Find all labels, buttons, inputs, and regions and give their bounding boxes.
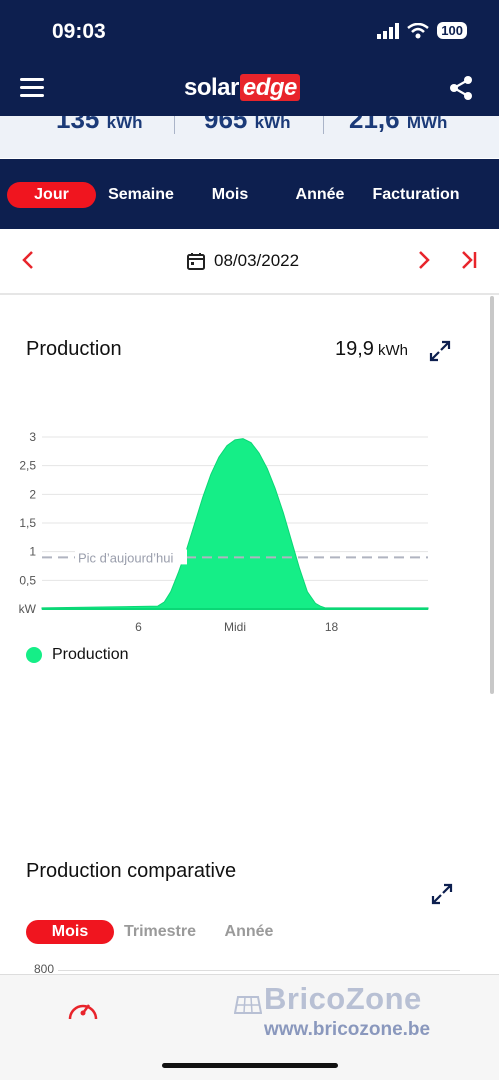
previous-day-icon[interactable] [20, 249, 36, 271]
summary-today: 135 kWh [56, 116, 143, 135]
status-time: 09:03 [52, 20, 106, 43]
summary-year: 21,6 MWh [349, 116, 447, 135]
production-total-unit: kWh [377, 342, 408, 359]
summary-unit: kWh [106, 116, 143, 132]
summary-unit: kWh [254, 116, 291, 132]
legend-production-label: Production [52, 646, 129, 663]
production-chart: kW 0,5 1 1,5 2 2,5 3 Pic d’aujourd’hui 6 Midi 18 [19, 430, 429, 634]
tab-annee[interactable]: Année [285, 182, 355, 208]
y-tick-label: 1 [29, 545, 36, 559]
logo-edge: edge [239, 74, 300, 101]
summary-divider [323, 116, 324, 134]
menu-icon-line [20, 94, 44, 97]
bricozone-watermark: BricoZone www.bricozone.be [234, 981, 474, 1041]
menu-icon-line [20, 86, 44, 89]
y-tick-label: 2,5 [19, 459, 36, 473]
dashboard-gauge-icon[interactable] [66, 995, 100, 1025]
comparative-gridline [58, 970, 460, 971]
comparative-title: Production comparative [26, 860, 237, 882]
solar-panel-icon [234, 996, 262, 1014]
current-date: 08/03/2022 [214, 251, 300, 270]
menu-icon-line [20, 78, 44, 81]
date-navigation: 08/03/2022 [0, 229, 499, 295]
tab-jour[interactable]: Jour [7, 182, 96, 208]
summary-value: 21,6 [349, 116, 400, 134]
tab-facturation[interactable]: Facturation [364, 182, 468, 208]
expand-icon[interactable] [430, 882, 454, 906]
expand-icon[interactable] [428, 339, 452, 363]
period-tabs: Jour Semaine Mois Année Facturation [0, 159, 499, 229]
y-tick-label: 3 [29, 430, 36, 444]
calendar-icon [187, 253, 205, 270]
status-icons: 100 [377, 22, 467, 39]
comp-tab-mois[interactable]: Mois [26, 920, 114, 944]
status-bar: 09:03 100 [0, 0, 499, 64]
comp-tab-annee[interactable]: Année [214, 920, 284, 944]
x-tick-label: Midi [224, 620, 246, 634]
summary-divider [174, 116, 175, 134]
home-indicator [162, 1063, 338, 1068]
app-bar: solar edge [0, 64, 499, 116]
signal-icon [377, 22, 400, 39]
last-day-icon[interactable] [460, 249, 480, 271]
share-icon[interactable] [447, 74, 475, 102]
comp-tab-trimestre[interactable]: Trimestre [116, 920, 204, 944]
legend-production-dot [26, 647, 42, 663]
date-picker[interactable]: 08/03/2022 [186, 251, 299, 271]
x-tick-label: 6 [135, 620, 142, 634]
next-day-icon[interactable] [416, 249, 432, 271]
summary-month: 965 kWh [204, 116, 291, 135]
wifi-icon [407, 22, 430, 38]
y-tick-label: 2 [29, 487, 36, 501]
battery-indicator: 100 [437, 22, 467, 39]
solaredge-logo: solar edge [184, 74, 300, 102]
watermark-url: www.bricozone.be [264, 1019, 431, 1040]
y-tick-label: 1,5 [19, 516, 36, 530]
watermark-brand: BricoZone [264, 981, 422, 1016]
logo-solar: solar [184, 74, 239, 101]
energy-summary: 135 kWh 965 kWh 21,6 MWh [0, 116, 499, 158]
production-area-series [41, 438, 429, 610]
summary-value: 135 [56, 116, 100, 134]
x-tick-label: 18 [325, 620, 339, 634]
tab-mois[interactable]: Mois [200, 182, 260, 208]
summary-unit: MWh [406, 116, 448, 132]
production-title: Production [26, 338, 122, 360]
peak-line-label: Pic d’aujourd’hui [78, 550, 174, 565]
menu-button[interactable] [20, 78, 44, 98]
y-tick-label: 0,5 [19, 573, 36, 587]
summary-value: 965 [204, 116, 248, 134]
chart-legend: Production [26, 646, 129, 664]
production-total: 19,9 kWh [335, 338, 408, 361]
tab-semaine[interactable]: Semaine [100, 182, 182, 208]
production-total-value: 19,9 [335, 338, 374, 360]
y-tick-label: kW [19, 602, 37, 616]
